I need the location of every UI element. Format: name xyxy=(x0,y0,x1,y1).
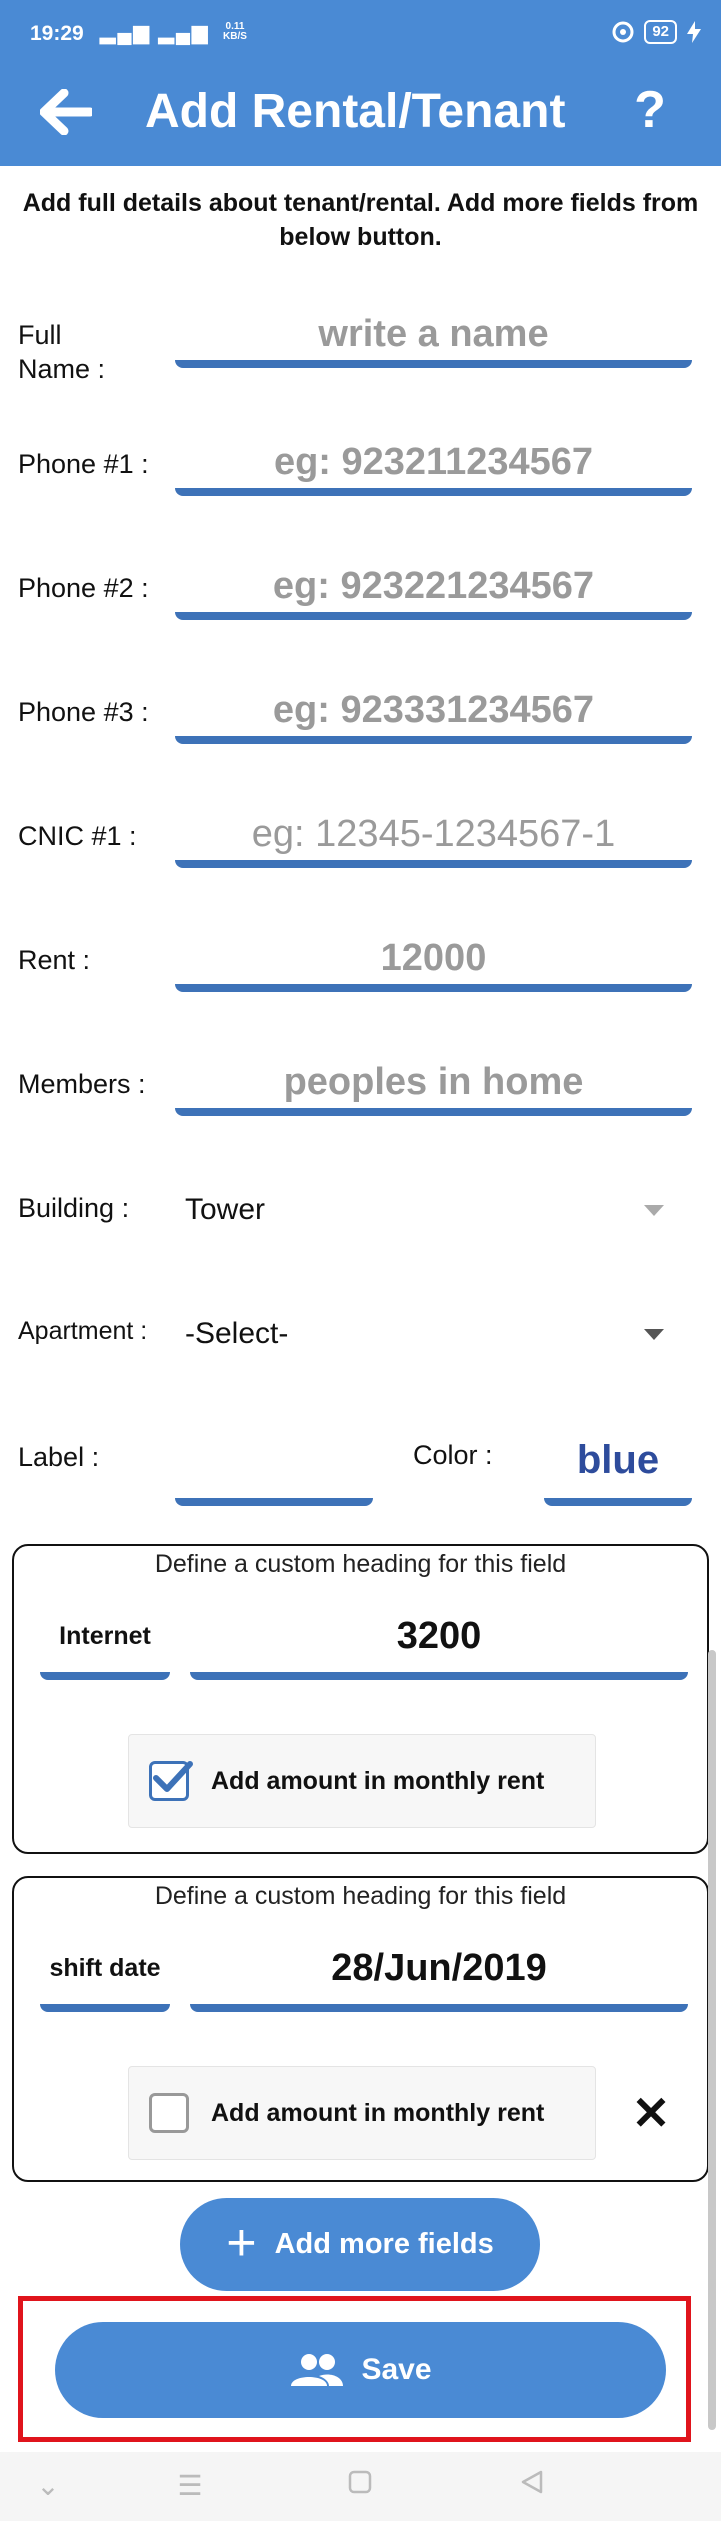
phone2-input[interactable] xyxy=(175,560,692,620)
app-bar: 19:29 ▂▄▆ ▂▄▆ 0.11 KB/S 92 Add Rental/Te… xyxy=(0,0,721,166)
status-right: 92 xyxy=(612,20,701,44)
people-icon xyxy=(291,2354,344,2386)
full-name-label: Full Name : xyxy=(18,320,106,384)
signal-icon: ▂▄▆ ▂▄▆ xyxy=(100,22,210,44)
back-arrow-icon xyxy=(40,89,92,135)
page-title: Add Rental/Tenant xyxy=(145,85,566,138)
custom-field-key-input[interactable]: Internet xyxy=(40,1600,170,1680)
cnic1-label: CNIC #1 : xyxy=(18,821,137,851)
custom-field-heading: Define a custom heading for this field xyxy=(154,1882,567,1910)
members-input[interactable] xyxy=(175,1056,692,1116)
label-input[interactable] xyxy=(175,1420,373,1506)
back-button[interactable] xyxy=(36,82,96,142)
battery-indicator: 92 xyxy=(644,20,677,44)
network-speed: 0.11 KB/S xyxy=(218,22,252,42)
help-button[interactable]: ? xyxy=(620,80,680,140)
checkbox-icon[interactable] xyxy=(149,1761,193,1801)
save-label: Save xyxy=(361,2353,432,2386)
building-label: Building : xyxy=(18,1193,130,1223)
custom-field-heading: Define a custom heading for this field xyxy=(154,1550,567,1578)
intro-text: Add full details about tenant/rental. Ad… xyxy=(22,189,699,251)
nav-home-icon[interactable] xyxy=(340,2466,380,2506)
custom-field-card: Define a custom heading for this field I… xyxy=(12,1544,709,1854)
add-more-fields-button[interactable]: + Add more fields xyxy=(180,2198,540,2291)
members-label: Members : xyxy=(18,1069,146,1099)
cnic1-input[interactable] xyxy=(175,808,692,868)
color-label: Color : xyxy=(413,1440,493,1470)
status-time: 19:29 xyxy=(30,22,84,45)
building-selected: Tower xyxy=(185,1193,266,1226)
speed-unit: KB/S xyxy=(223,31,247,42)
phone3-input[interactable] xyxy=(175,684,692,744)
custom-field-value-input[interactable]: 3200 xyxy=(190,1600,688,1680)
rent-input[interactable] xyxy=(175,932,692,992)
checkbox-icon[interactable] xyxy=(149,2093,189,2133)
close-icon[interactable]: ✕ xyxy=(626,2088,676,2138)
full-name-input[interactable] xyxy=(175,308,692,368)
phone1-input[interactable] xyxy=(175,436,692,496)
phone1-label: Phone #1 : xyxy=(18,449,149,479)
building-dropdown[interactable]: Tower xyxy=(175,1180,692,1240)
color-input[interactable]: blue xyxy=(544,1420,692,1506)
system-nav-bar: ⌄ ☰ xyxy=(0,2452,721,2521)
nav-menu-icon[interactable]: ☰ xyxy=(170,2466,210,2506)
add-to-rent-option[interactable]: Add amount in monthly rent xyxy=(128,1734,596,1828)
apartment-selected: -Select- xyxy=(185,1317,289,1350)
nav-back-icon[interactable] xyxy=(512,2466,552,2506)
charging-icon xyxy=(687,21,701,43)
apartment-label: Apartment : xyxy=(18,1317,148,1345)
save-button[interactable]: Save xyxy=(55,2322,666,2418)
checkbox-label: Add amount in monthly rent xyxy=(211,1766,545,1795)
nav-down-icon[interactable]: ⌄ xyxy=(28,2466,68,2506)
phone2-label: Phone #2 : xyxy=(18,573,149,603)
add-to-rent-option[interactable]: Add amount in monthly rent xyxy=(128,2066,596,2160)
dropdown-arrow-icon xyxy=(644,1328,664,1340)
custom-field-key-input[interactable]: shift date xyxy=(40,1932,170,2012)
status-bar: 19:29 ▂▄▆ ▂▄▆ 0.11 KB/S 92 xyxy=(0,0,721,70)
custom-field-value-input[interactable]: 28/Jun/2019 xyxy=(190,1932,688,2012)
plus-icon: + xyxy=(226,2213,257,2272)
add-more-label: Add more fields xyxy=(274,2228,494,2260)
checkbox-label: Add amount in monthly rent xyxy=(211,2098,545,2127)
apartment-dropdown[interactable]: -Select- xyxy=(175,1304,692,1364)
scrollbar[interactable] xyxy=(708,1650,716,2430)
custom-field-card: Define a custom heading for this field s… xyxy=(12,1876,709,2182)
alarm-icon xyxy=(612,21,634,43)
dropdown-arrow-icon xyxy=(644,1204,664,1216)
label-field-label: Label : xyxy=(18,1442,100,1472)
help-icon: ? xyxy=(634,81,666,139)
phone3-label: Phone #3 : xyxy=(18,697,149,727)
rent-label: Rent : xyxy=(18,945,91,975)
